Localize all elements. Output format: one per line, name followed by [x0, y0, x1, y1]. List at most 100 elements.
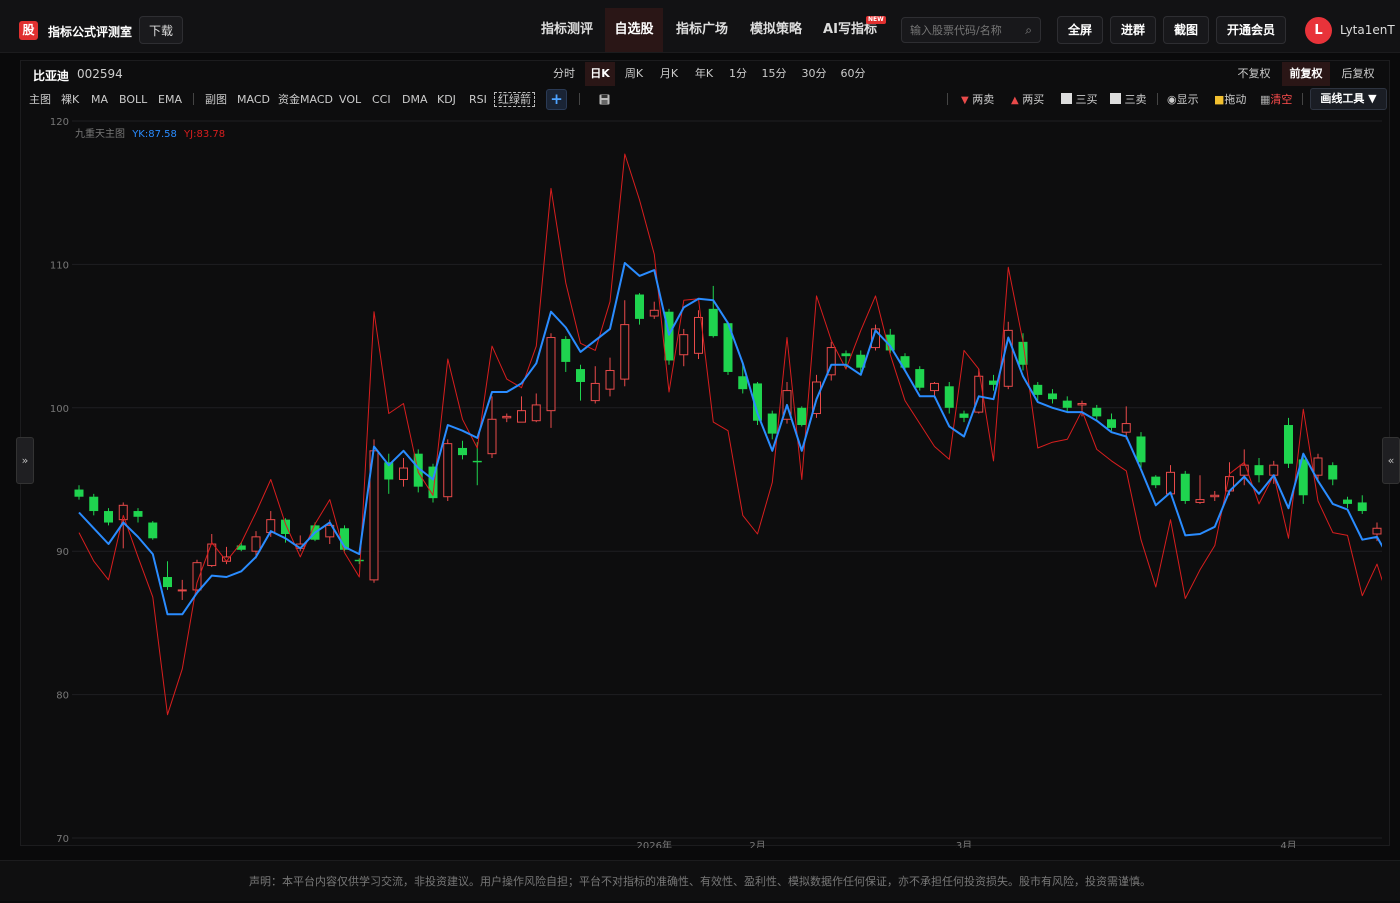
x-tick-label: 3月: [956, 840, 972, 848]
candle-body: [561, 338, 571, 362]
candle-body: [487, 418, 497, 455]
buy2-tool[interactable]: ▲ 两买: [1011, 92, 1044, 108]
period-daily[interactable]: 日K: [585, 62, 615, 86]
period-yearly[interactable]: 年K: [690, 62, 718, 86]
join-group-button[interactable]: 进群: [1110, 16, 1156, 44]
kline-chart[interactable]: 70 80 90 100 110 120 2026年 2月 3月 4月: [22, 112, 1382, 848]
candle-body: [1195, 499, 1205, 503]
divider: [579, 93, 580, 105]
candle-body: [1107, 419, 1116, 428]
ind-rsi[interactable]: RSI: [469, 92, 487, 108]
candle-body: [915, 369, 925, 388]
candle-body: [1372, 527, 1382, 535]
candle-body: [590, 382, 600, 402]
ind-kdj[interactable]: KDJ: [437, 92, 456, 108]
y-tick-label: 100: [50, 404, 69, 415]
clear-tool[interactable]: ▦清空: [1260, 92, 1292, 108]
add-indicator-button[interactable]: +: [546, 89, 567, 110]
fq-none[interactable]: 不复权: [1232, 62, 1276, 86]
sell3-tool[interactable]: 三卖: [1110, 92, 1147, 108]
candle-body: [458, 447, 467, 456]
series-line-yk: [78, 262, 1382, 616]
candle-body: [1077, 402, 1087, 406]
clear-label: 清空: [1270, 93, 1293, 106]
candle-body: [104, 511, 113, 523]
draw-tools-button[interactable]: 画线工具 ▼: [1310, 88, 1387, 110]
legend-yj: YJ:83.78: [184, 129, 226, 140]
screenshot-button[interactable]: 截图: [1163, 16, 1209, 44]
fq-backward[interactable]: 后复权: [1336, 62, 1380, 86]
candle-body: [89, 496, 99, 512]
expand-right-button[interactable]: «: [1382, 437, 1400, 484]
buy3-tool[interactable]: 三买: [1061, 92, 1098, 108]
search-input[interactable]: [910, 22, 1020, 38]
candle-body: [841, 353, 851, 357]
save-icon[interactable]: [599, 94, 610, 105]
candle-body: [1151, 476, 1161, 486]
y-tick-label: 110: [50, 260, 69, 271]
candle-body: [472, 460, 482, 463]
candle-body: [148, 522, 158, 539]
candle-body: [1048, 393, 1057, 400]
avatar[interactable]: L: [1305, 17, 1332, 44]
candle-body: [1254, 465, 1264, 476]
ind-vol[interactable]: VOL: [339, 92, 361, 108]
membership-button[interactable]: 开通会员: [1216, 16, 1286, 44]
series-line-yj: [78, 153, 1382, 716]
ind-ema[interactable]: EMA: [158, 92, 182, 108]
candle-body: [133, 511, 143, 517]
lock-icon: ■: [1214, 93, 1225, 106]
candle-body: [1269, 464, 1279, 476]
ind-main-chart[interactable]: 主图: [29, 92, 51, 108]
period-timeshare[interactable]: 分时: [550, 62, 578, 86]
trend-down-icon: [1110, 93, 1121, 104]
down-triangle-icon: ▼: [961, 95, 969, 106]
ind-naked-k[interactable]: 裸K: [61, 92, 79, 108]
stock-search[interactable]: ⌕: [901, 17, 1041, 43]
ind-red-green-arrow[interactable]: 红绿箭: [494, 92, 535, 108]
x-tick-label: 2月: [749, 840, 765, 848]
period-60min[interactable]: 60分: [836, 62, 870, 86]
divider: [193, 93, 194, 105]
ind-ma[interactable]: MA: [91, 92, 108, 108]
candle-body: [443, 443, 453, 498]
candle-body: [531, 404, 541, 422]
nav-indicator-review[interactable]: 指标测评: [532, 8, 602, 52]
sell2-tool[interactable]: ▼ 两卖: [961, 92, 994, 108]
candle-body: [163, 577, 172, 588]
candle-body: [1033, 384, 1043, 395]
period-1min[interactable]: 1分: [725, 62, 751, 86]
ind-dma[interactable]: DMA: [402, 92, 428, 108]
candle-body: [1328, 465, 1338, 480]
period-15min[interactable]: 15分: [757, 62, 791, 86]
candle-body: [930, 382, 939, 392]
candle-body: [1343, 499, 1352, 504]
fullscreen-button[interactable]: 全屏: [1057, 16, 1103, 44]
nav-indicator-plaza[interactable]: 指标广场: [667, 8, 737, 52]
period-monthly[interactable]: 月K: [655, 62, 683, 86]
drag-tool[interactable]: ■拖动: [1214, 92, 1246, 108]
ind-macd[interactable]: MACD: [237, 92, 270, 108]
candle-body: [399, 467, 408, 481]
candle-body: [1210, 494, 1220, 498]
ind-fund-macd[interactable]: 资金MACD: [278, 92, 333, 108]
sell2-label: 两卖: [972, 93, 995, 106]
nav-ai-indicator[interactable]: AI写指标: [815, 8, 885, 52]
ind-sub-chart[interactable]: 副图: [205, 92, 227, 108]
download-button[interactable]: 下载: [139, 16, 183, 44]
candle-body: [767, 413, 777, 434]
fq-forward[interactable]: 前复权: [1282, 62, 1330, 86]
trash-icon: ▦: [1260, 93, 1271, 106]
period-30min[interactable]: 30分: [797, 62, 831, 86]
candle-body: [502, 415, 512, 419]
search-icon[interactable]: ⌕: [1025, 23, 1032, 38]
username[interactable]: Lyta1enT: [1340, 23, 1395, 37]
period-weekly[interactable]: 周K: [620, 62, 648, 86]
ind-cci[interactable]: CCI: [372, 92, 391, 108]
show-tool[interactable]: ◉显示: [1167, 92, 1199, 108]
candle-body: [1166, 471, 1175, 495]
candle-body: [517, 410, 526, 423]
nav-sim-strategy[interactable]: 模拟策略: [741, 8, 811, 52]
ind-boll[interactable]: BOLL: [119, 92, 147, 108]
nav-watchlist[interactable]: 自选股: [605, 8, 663, 52]
